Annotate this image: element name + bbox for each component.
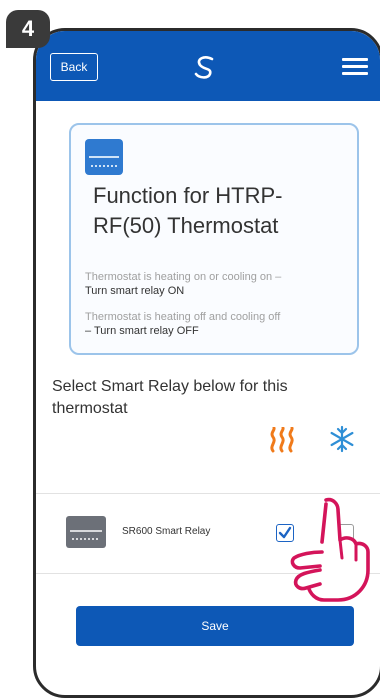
pointing-hand-icon: [290, 497, 370, 602]
note-action: Turn smart relay ON: [85, 285, 185, 297]
note-action: – Turn smart relay OFF: [85, 325, 199, 337]
note-condition: Thermostat is heating off and cooling of…: [85, 311, 281, 323]
heating-icon: [270, 427, 294, 453]
heating-on-note: Thermostat is heating on or cooling on –…: [85, 270, 355, 298]
heating-off-note: Thermostat is heating off and cooling of…: [85, 310, 355, 338]
thermostat-device-icon: [85, 139, 123, 175]
function-info-card: Function for HTRP-RF(50) Thermostat Ther…: [69, 123, 359, 355]
save-button[interactable]: Save: [76, 606, 354, 646]
back-button[interactable]: Back: [50, 53, 98, 81]
relay-name: SR600 Smart Relay: [122, 526, 211, 537]
snowflake-icon: [330, 425, 354, 453]
step-badge: 4: [6, 10, 50, 48]
hamburger-menu-icon[interactable]: [342, 58, 368, 76]
app-header: Back: [36, 31, 380, 101]
select-relay-prompt: Select Smart Relay below for this thermo…: [52, 378, 288, 417]
note-condition: Thermostat is heating on or cooling on –: [85, 271, 282, 283]
card-title: Function for HTRP-RF(50) Thermostat: [93, 183, 283, 238]
smart-relay-device-icon: [66, 516, 106, 548]
salus-logo-icon: [194, 56, 214, 79]
